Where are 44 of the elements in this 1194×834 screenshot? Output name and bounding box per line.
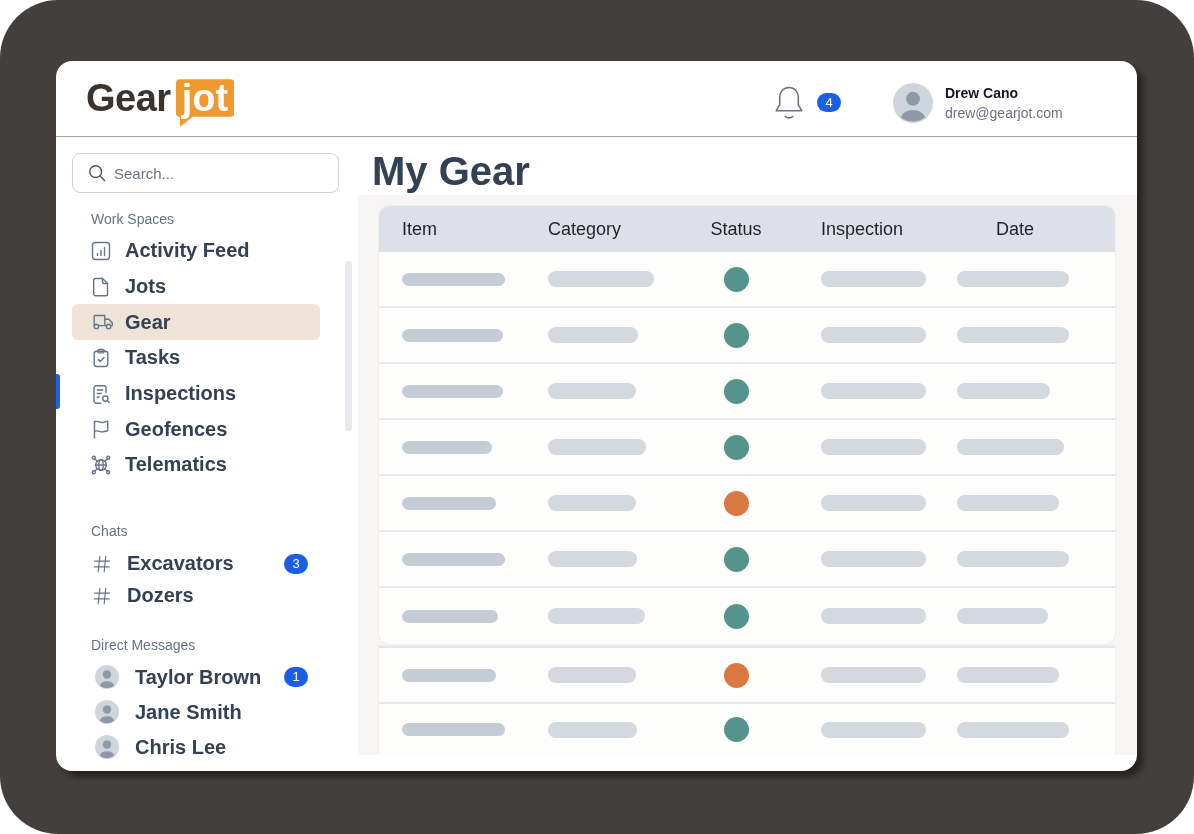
flag-icon	[91, 419, 111, 440]
bell-icon[interactable]	[773, 84, 805, 121]
section-label: Direct Messages	[91, 635, 196, 654]
user-name: Drew Cano	[945, 83, 1019, 103]
section-label: Work Spaces	[91, 210, 174, 228]
avatar-icon	[95, 700, 119, 725]
column-header: Item	[402, 218, 437, 240]
avatar-icon	[95, 665, 119, 690]
contact-item[interactable]: Taylor Brown 1	[72, 659, 320, 695]
nav-item[interactable]: Activity Feed	[72, 233, 320, 269]
avatar-icon	[95, 735, 119, 760]
section-label: Chats	[91, 521, 128, 540]
nav-item[interactable]: Geofences	[72, 411, 320, 448]
globe-network-icon	[91, 454, 111, 475]
document-search-icon	[91, 383, 111, 404]
unread-count-badge: 1	[284, 667, 308, 688]
contact-item[interactable]: Chris Lee	[72, 729, 320, 765]
channel-item[interactable]: Dozers	[72, 579, 320, 612]
logo-wordmark: Gear	[86, 79, 171, 117]
clipboard-check-icon	[91, 347, 111, 368]
hash-icon	[93, 554, 111, 573]
search-field[interactable]: Search...	[72, 153, 339, 193]
nav-item[interactable]: Jots	[72, 268, 320, 305]
nav-item[interactable]: Tasks	[72, 340, 320, 376]
column-header: Category	[548, 218, 622, 240]
nav-item[interactable]: Inspections	[72, 375, 320, 412]
document-icon	[91, 276, 111, 297]
page-title: My Gear	[372, 148, 530, 195]
hash-icon	[93, 586, 111, 605]
nav-item[interactable]: Gear	[72, 304, 320, 341]
notification-count-badge: 4	[817, 93, 841, 112]
contact-item[interactable]: Jane Smith	[72, 694, 320, 730]
unread-count-badge: 3	[284, 553, 308, 574]
channel-item[interactable]: Excavators 3	[72, 547, 320, 580]
bar-chart-icon	[91, 240, 111, 261]
column-header: Date	[996, 218, 1034, 240]
indicator-bar	[56, 374, 60, 409]
logo-badge: jot	[175, 79, 235, 127]
avatar-icon[interactable]	[893, 82, 933, 123]
column-header: Inspection	[821, 218, 904, 240]
search-icon	[88, 164, 106, 182]
nav-item[interactable]: Telematics	[72, 447, 320, 483]
column-header: Status	[710, 218, 762, 240]
user-email: drew@gearjot.com	[945, 103, 1063, 123]
